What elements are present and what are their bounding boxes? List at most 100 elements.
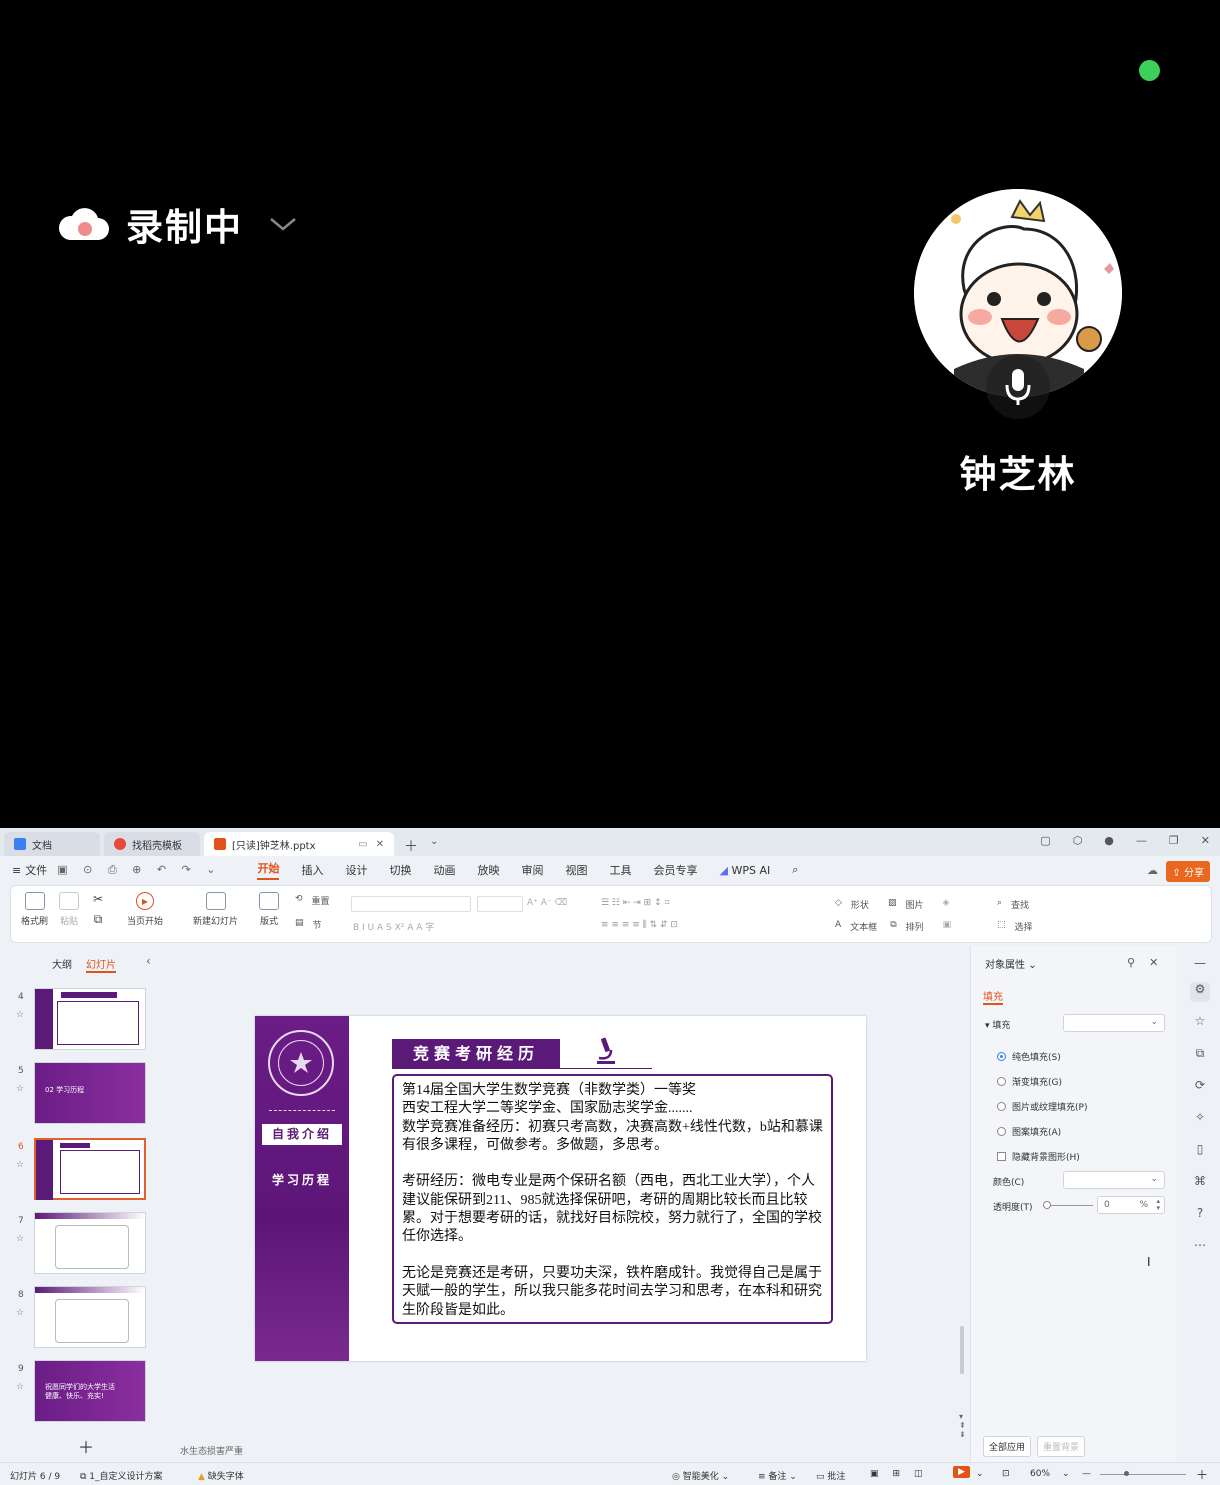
stepper-icon[interactable]: ▴ ▾ <box>1156 1198 1160 1212</box>
format-painter-button[interactable]: 格式刷 <box>21 892 48 927</box>
search-icon[interactable]: ⌕ <box>792 863 798 877</box>
slide-thumbnail-9[interactable]: 祝愿同学们的大学生活 健康、快乐、充实! <box>34 1360 146 1422</box>
radio-gradient-fill[interactable]: 渐变填充(G) <box>997 1075 1062 1088</box>
window-layout-icon[interactable]: ▢ <box>1040 834 1050 847</box>
outline-icon[interactable]: ▣ <box>943 920 952 933</box>
menu-home[interactable]: 开始 <box>257 860 280 880</box>
comments-button[interactable]: ▭ 批注 <box>816 1469 845 1482</box>
restore-icon[interactable]: ❐ <box>1169 834 1179 847</box>
smart-beautify-button[interactable]: ◎ 智能美化 ⌄ <box>672 1469 729 1482</box>
fill-section[interactable]: ▾ 填充 <box>985 1018 1010 1031</box>
new-tab-icon[interactable]: ＋ <box>404 836 418 856</box>
user-avatar-icon[interactable]: ● <box>1104 834 1114 847</box>
view-mode-icons[interactable]: ▣⊞◫ <box>870 1469 937 1479</box>
slide-thumbnail-8[interactable] <box>34 1286 146 1348</box>
missing-font[interactable]: ▲ 缺失字体 <box>198 1469 244 1482</box>
minus-icon[interactable]: — <box>1190 956 1210 970</box>
font-size-field[interactable] <box>477 896 523 912</box>
microphone-icon[interactable] <box>986 355 1050 419</box>
page-nav-icons[interactable]: ▾ ⇞ ⇟ <box>959 1412 966 1439</box>
menu-animation[interactable]: 动画 <box>433 862 455 878</box>
chevron-down-icon[interactable]: ⌄ <box>976 1469 984 1479</box>
layout-button[interactable]: 版式 <box>259 892 279 927</box>
play-icon[interactable]: ▶ <box>953 1466 970 1478</box>
menu-tools[interactable]: 工具 <box>609 862 631 878</box>
reset-background-button[interactable]: 重置背景 <box>1037 1436 1086 1457</box>
tab-templates[interactable]: 找稻壳模板 <box>104 832 200 856</box>
textbox-button[interactable]: 文本框 <box>850 920 877 933</box>
recording-indicator[interactable]: 录制中 <box>58 196 297 252</box>
current-slide[interactable]: 自我介绍 学习历程 竞赛考研经历 第14届全国大学生数学竞赛（非数学类）一等奖 … <box>255 1016 866 1361</box>
screen-icon[interactable]: ▭ <box>358 839 367 850</box>
slide-thumbnail-4[interactable] <box>34 988 146 1050</box>
properties-icon[interactable]: ⚙ <box>1190 982 1210 1002</box>
notes-button[interactable]: ≡ 备注 ⌄ <box>758 1469 797 1482</box>
star-icon[interactable]: ☆ <box>1190 1014 1210 1028</box>
collapse-panel-icon[interactable]: ‹ <box>146 954 151 968</box>
menu-review[interactable]: 审阅 <box>521 862 543 878</box>
copy-icon[interactable]: ⧉ <box>1190 1046 1210 1061</box>
zoom-level[interactable]: 60% <box>1030 1469 1050 1479</box>
help-icon[interactable]: ? <box>1190 1206 1210 1220</box>
menu-wps-ai[interactable]: ◢ WPS AI <box>719 864 770 877</box>
font-size-buttons[interactable]: A⁺ A⁻ ⌫ <box>527 898 567 908</box>
menu-file[interactable]: 文件 <box>25 862 47 878</box>
reset-button[interactable]: 重置 <box>312 894 330 907</box>
new-slide-button[interactable]: 新建幻灯片 <box>193 892 238 927</box>
cube-icon[interactable]: ⬡ <box>1073 834 1083 847</box>
arrange-button[interactable]: 排列 <box>906 920 924 933</box>
minimize-icon[interactable]: — <box>1136 834 1147 847</box>
fill-icon[interactable]: ◈ <box>942 898 949 911</box>
tag-icon[interactable]: ⌘ <box>1190 1174 1210 1188</box>
slide-thumbnail-5[interactable]: 02 学习历程 <box>34 1062 146 1124</box>
tab-fill[interactable]: 填充 <box>983 988 1003 1005</box>
list-buttons[interactable]: ☰ ☷ ⇤ ⇥ ⊞ ↕ ⌗ <box>601 898 670 908</box>
shape-button[interactable]: 形状 <box>851 898 869 911</box>
section-button[interactable]: 节 <box>313 918 322 931</box>
pin-icon[interactable]: ⚲ <box>1127 956 1135 969</box>
paste-button[interactable]: 粘贴 <box>59 892 79 927</box>
slider-knob[interactable] <box>1043 1201 1051 1209</box>
tab-slides[interactable]: 幻灯片 <box>86 956 116 973</box>
find-button[interactable]: 查找 <box>1011 898 1029 911</box>
fill-type-select[interactable]: ⌄ <box>1063 1014 1165 1032</box>
color-select[interactable]: ⌄ <box>1063 1171 1165 1189</box>
font-name-field[interactable] <box>351 896 471 912</box>
menu-insert[interactable]: 插入 <box>301 862 323 878</box>
close-window-icon[interactable]: ✕ <box>1201 834 1210 847</box>
vertical-scrollbar[interactable] <box>960 1326 964 1374</box>
fit-window-icon[interactable]: ⊡ <box>1002 1469 1010 1479</box>
chevron-down-icon[interactable]: ⌄ <box>1062 1469 1070 1479</box>
add-slide-icon[interactable]: ＋ <box>78 1434 94 1458</box>
sync-icon[interactable]: ⟳ <box>1190 1078 1210 1092</box>
text-format-buttons[interactable]: B I U A S X² A A 字 <box>353 920 434 933</box>
radio-picture-fill[interactable]: 图片或纹理填充(P) <box>997 1100 1087 1113</box>
share-button[interactable]: ⇪ 分享 <box>1166 861 1210 882</box>
book-icon[interactable]: ▯ <box>1190 1142 1210 1156</box>
quick-access-icons[interactable]: ▣ ⊙ ⎙ ⊕ ↶ ↷ ⌄ <box>57 863 221 877</box>
picture-button[interactable]: 图片 <box>905 898 923 911</box>
pane-title[interactable]: 对象属性 ⌄ <box>985 956 1037 971</box>
close-icon[interactable]: ✕ <box>1149 956 1158 969</box>
tab-docs[interactable]: 文档 <box>4 832 100 856</box>
menu-slideshow[interactable]: 放映 <box>477 862 499 878</box>
close-icon[interactable]: ✕ <box>376 839 384 850</box>
radio-pattern-fill[interactable]: 图案填充(A) <box>997 1125 1061 1138</box>
zoom-in-icon[interactable]: ＋ <box>1196 1466 1208 1483</box>
tab-current-file[interactable]: [只读]钟芝林.pptx ▭ ✕ <box>204 832 394 856</box>
select-button[interactable]: 选择 <box>1015 920 1033 933</box>
checkbox-hide-background[interactable]: 隐藏背景图形(H) <box>997 1150 1080 1163</box>
design-scheme[interactable]: ⧉ 1_自定义设计方案 <box>80 1469 163 1482</box>
slide-content-box[interactable]: 第14届全国大学生数学竞赛（非数学类）一等奖 西安工程大学二等奖学金、国家励志奖… <box>392 1074 833 1324</box>
menu-member[interactable]: 会员专享 <box>653 862 697 878</box>
chevron-down-icon[interactable]: ⌄ <box>430 836 438 856</box>
zoom-out-icon[interactable]: — <box>1082 1469 1091 1479</box>
menu-view[interactable]: 视图 <box>565 862 587 878</box>
menu-transition[interactable]: 切换 <box>389 862 411 878</box>
tab-outline[interactable]: 大纲 <box>52 956 72 973</box>
cloud-sync-icon[interactable]: ☁ <box>1147 864 1158 877</box>
align-buttons[interactable]: ≡ ≡ ≡ ≡ ⫼ ⇅ ⇵ ⊡ <box>601 920 678 930</box>
transparency-field[interactable]: 0 % ▴ ▾ <box>1097 1196 1165 1214</box>
more-icon[interactable]: ⋯ <box>1190 1238 1210 1252</box>
slide-thumbnail-6[interactable] <box>34 1138 146 1200</box>
